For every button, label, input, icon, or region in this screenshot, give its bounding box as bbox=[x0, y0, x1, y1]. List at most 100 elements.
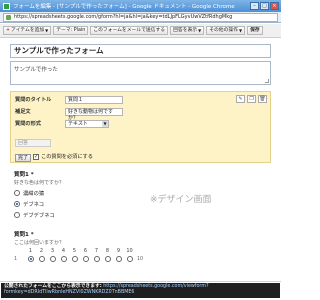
scale-number: 9 bbox=[116, 248, 121, 254]
question-title-input[interactable]: 質問１ bbox=[65, 96, 123, 104]
save-label: 保存 bbox=[250, 28, 260, 33]
scale-radio-6[interactable] bbox=[82, 256, 89, 262]
scale-radio-9[interactable] bbox=[115, 256, 122, 262]
question-type-label: 質問の形式 bbox=[15, 121, 41, 127]
help-text-label: 補足文 bbox=[15, 109, 31, 115]
question-title-label: 質問のタイトル bbox=[15, 97, 52, 103]
url-field[interactable]: https://spreadsheets.google.com/gform?hl… bbox=[3, 13, 278, 22]
help-text-row: 補足文 bbox=[15, 108, 55, 115]
theme-button[interactable]: テーマ: Plain bbox=[53, 26, 89, 35]
add-item-button[interactable]: + アイテムを追加 ▼ bbox=[3, 26, 52, 35]
chevron-down-icon: ▼ bbox=[198, 28, 202, 33]
required-label: この質問を必須にする bbox=[41, 154, 93, 160]
scale-radio-4[interactable] bbox=[60, 256, 67, 262]
scale-radio-5[interactable] bbox=[71, 256, 78, 262]
radio-button[interactable] bbox=[14, 212, 20, 218]
email-form-button[interactable]: このフォームをメールで送信する bbox=[90, 26, 169, 35]
close-button[interactable]: × bbox=[270, 2, 279, 10]
scale-number: 7 bbox=[94, 248, 99, 254]
add-item-label: アイテムを追加 bbox=[11, 28, 45, 33]
scale-radios: 1 10 bbox=[14, 256, 143, 262]
question-1: 質問1 * 好きな色は何ですか？ 濃紺の猿 デブネコ デブデブネコ bbox=[14, 170, 64, 219]
maximize-button[interactable]: □ bbox=[260, 2, 269, 10]
scale-cell bbox=[91, 256, 102, 262]
question-type-value: テキスト bbox=[68, 121, 88, 127]
more-actions-button[interactable]: その他の操作 ▼ bbox=[206, 26, 246, 35]
radio-button[interactable] bbox=[14, 190, 20, 196]
form-description-text: サンプルで作った bbox=[14, 67, 58, 73]
scale-number: 10 bbox=[126, 248, 133, 254]
question-type-select[interactable]: テキスト ▼ bbox=[65, 120, 109, 128]
scale-number: 1 bbox=[28, 248, 33, 254]
scale-radio-2[interactable] bbox=[38, 256, 45, 262]
done-button[interactable]: 完了 bbox=[15, 154, 32, 162]
scale-radio-3[interactable] bbox=[49, 256, 56, 262]
question-edit-panel: ✎ ❐ 🗑 質問のタイトル 質問１ 補足文 好きな動物は何ですか？ 質問の形式 … bbox=[10, 91, 271, 163]
scale-number: 4 bbox=[61, 248, 66, 254]
resize-grip-icon[interactable] bbox=[265, 79, 269, 83]
url-text: https://spreadsheets.google.com/gform?hl… bbox=[14, 14, 233, 20]
question-1-title: 質問1 * bbox=[14, 172, 34, 178]
scale-max-label: 10 bbox=[137, 256, 144, 262]
scale-cell bbox=[69, 256, 80, 262]
scale-cell bbox=[58, 256, 69, 262]
see-responses-button[interactable]: 回答を表示 ▼ bbox=[170, 26, 205, 35]
option-2[interactable]: デブネコ bbox=[14, 200, 64, 208]
form-toolbar: + アイテムを追加 ▼ テーマ: Plain このフォームをメールで送信する 回… bbox=[0, 24, 281, 38]
scale-numbers: 1 2 3 4 5 6 7 8 9 10 bbox=[14, 248, 254, 254]
delete-icon[interactable]: 🗑 bbox=[258, 95, 267, 103]
window-controls: – □ × bbox=[250, 2, 279, 10]
answer-preview-field: 回答 bbox=[15, 139, 51, 147]
see-responses-label: 回答を表示 bbox=[173, 28, 198, 33]
status-message: 公開されたフォームをここから表示できます: bbox=[4, 284, 102, 289]
scale-radio-7[interactable] bbox=[93, 256, 100, 262]
required-checkbox[interactable]: ✓ bbox=[33, 154, 39, 160]
question-title-row: 質問のタイトル bbox=[15, 96, 55, 103]
scale-number: 6 bbox=[83, 248, 88, 254]
minimize-button[interactable]: – bbox=[250, 2, 259, 10]
edit-icon[interactable]: ✎ bbox=[236, 95, 245, 103]
option-label: デブネコ bbox=[23, 202, 45, 208]
option-label: 濃紺の猿 bbox=[23, 191, 45, 197]
window-title: フォームを編集 - [サンプルで作ったフォーム] - Google ドキュメント… bbox=[13, 4, 235, 10]
question-2-help: ここは何回いますか？ bbox=[14, 240, 65, 246]
option-label: デブデブネコ bbox=[23, 213, 55, 219]
scale-number: 8 bbox=[105, 248, 110, 254]
help-text-input[interactable]: 好きな動物は何ですか？ bbox=[65, 108, 123, 121]
scale-cell bbox=[36, 256, 47, 262]
scale-radio-10[interactable] bbox=[126, 256, 133, 262]
question-type-row: 質問の形式 bbox=[15, 120, 55, 127]
published-form-notice: 公開されたフォームをここから表示できます: https://spreadshee… bbox=[1, 283, 280, 298]
scale-radio-1[interactable] bbox=[27, 256, 34, 262]
window-titlebar: フォームを編集 - [サンプルで作ったフォーム] - Google ドキュメント… bbox=[0, 0, 281, 12]
plus-icon: + bbox=[6, 28, 11, 33]
option-3[interactable]: デブデブネコ bbox=[14, 211, 64, 219]
option-1[interactable]: 濃紺の猿 bbox=[14, 189, 64, 197]
question-2-title: 質問1 * bbox=[14, 232, 34, 238]
scale-cell bbox=[124, 256, 135, 262]
scale-cell bbox=[80, 256, 91, 262]
chevron-down-icon: ▼ bbox=[238, 28, 243, 33]
question-2: 質問1 * ここは何回いますか？ bbox=[14, 230, 64, 246]
theme-label: テーマ: Plain bbox=[56, 28, 86, 33]
duplicate-icon[interactable]: ❐ bbox=[247, 95, 256, 103]
design-screen-note: ※デザイン画面 bbox=[150, 195, 212, 205]
chevron-down-icon: ▼ bbox=[45, 28, 49, 33]
scale-cell bbox=[113, 256, 124, 262]
email-form-label: このフォームをメールで送信する bbox=[93, 28, 166, 33]
address-bar: https://spreadsheets.google.com/gform?hl… bbox=[0, 12, 281, 23]
scale-number: 5 bbox=[72, 248, 77, 254]
question-1-help: 好きな色は何ですか？ bbox=[14, 180, 65, 186]
scale-cell bbox=[47, 256, 58, 262]
question-actions: ✎ ❐ 🗑 bbox=[236, 95, 267, 103]
scale-min-label: 1 bbox=[14, 256, 18, 262]
form-description-input[interactable]: サンプルで作った bbox=[10, 61, 271, 85]
scale-radio-8[interactable] bbox=[104, 256, 111, 262]
status-bar: 公開されたフォームをここから表示できます: https://spreadshee… bbox=[0, 281, 281, 300]
forms-app-icon bbox=[3, 2, 10, 10]
more-actions-label: その他の操作 bbox=[209, 28, 238, 33]
form-title-input[interactable]: サンプルで作ったフォーム bbox=[10, 44, 271, 58]
save-button[interactable]: 保存 bbox=[247, 26, 263, 35]
radio-button-selected[interactable] bbox=[14, 201, 20, 207]
scale-cell bbox=[25, 256, 36, 262]
